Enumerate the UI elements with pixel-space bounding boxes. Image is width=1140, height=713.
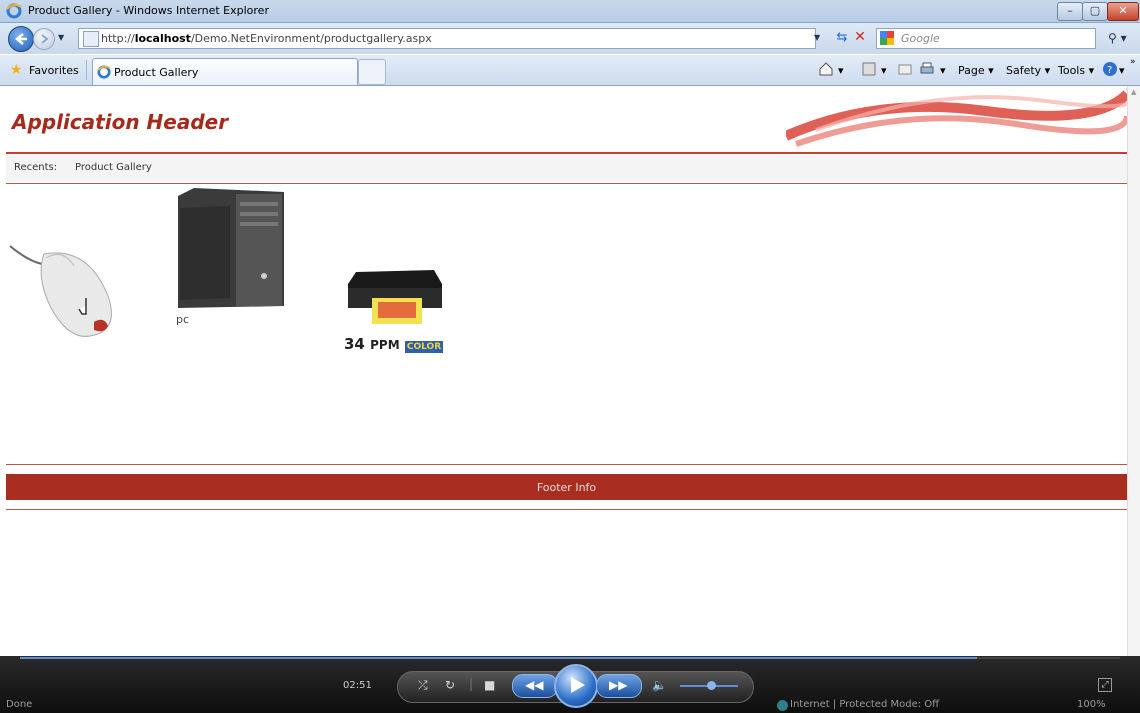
recents-divider: [6, 183, 1127, 184]
address-toolbar: ▼ http://localhost/Demo.NetEnvironment/p…: [0, 23, 1140, 54]
close-icon: ✕: [1118, 4, 1128, 17]
print-dropdown-icon[interactable]: ▾: [940, 64, 946, 77]
page-viewport: Application Header Recents: Product Gall…: [0, 86, 1127, 656]
printer-speed: 34: [344, 335, 365, 353]
feeds-dropdown-icon[interactable]: ▾: [881, 64, 887, 77]
security-zone[interactable]: Internet | Protected Mode: Off: [790, 699, 939, 710]
player-divider: |: [469, 677, 474, 691]
footer-bottom-divider: [6, 509, 1127, 510]
help-dropdown-icon[interactable]: ▾: [1119, 64, 1125, 77]
footer-text: Footer Info: [536, 481, 597, 494]
svg-text:?: ?: [1107, 65, 1112, 76]
minimize-icon: –: [1067, 4, 1073, 17]
home-dropdown-icon[interactable]: ▾: [838, 64, 844, 77]
back-arrow-icon: [15, 33, 27, 45]
page-menu[interactable]: Page ▾: [958, 64, 994, 77]
seek-bar-remaining[interactable]: [977, 657, 1120, 659]
address-field[interactable]: http://localhost/Demo.NetEnvironment/pro…: [78, 28, 816, 49]
search-placeholder: Google: [901, 32, 940, 45]
url-text: http://localhost/Demo.NetEnvironment/pro…: [101, 32, 432, 45]
repeat-icon[interactable]: ↻: [445, 678, 455, 692]
header-swoosh-graphic: [786, 88, 1127, 147]
fullscreen-icon[interactable]: ⤢: [1098, 678, 1112, 692]
application-header: Application Header: [6, 86, 1127, 152]
tools-menu[interactable]: Tools ▾: [1058, 64, 1094, 77]
tab-product-gallery[interactable]: Product Gallery: [92, 58, 358, 85]
window-title-bar: Product Gallery - Windows Internet Explo…: [0, 0, 1140, 23]
product-printer[interactable]: [342, 262, 446, 326]
pc-tower-image: [178, 188, 284, 308]
stop-playback-icon[interactable]: ■: [484, 678, 495, 692]
zoom-level[interactable]: 100%: [1077, 699, 1106, 710]
printer-image: [348, 270, 442, 324]
shuffle-icon[interactable]: ⤮: [418, 678, 428, 693]
vertical-scrollbar[interactable]: ▲: [1127, 86, 1140, 656]
feeds-icon[interactable]: [861, 61, 877, 77]
search-input[interactable]: Google: [876, 28, 1096, 49]
play-icon: [571, 677, 585, 693]
close-button[interactable]: ✕: [1107, 2, 1139, 21]
chevron-more-icon[interactable]: »: [1130, 57, 1136, 67]
stop-icon[interactable]: ✕: [851, 29, 869, 47]
forward-arrow-icon: [41, 34, 49, 44]
forward-button[interactable]: [33, 28, 55, 50]
printer-color-badge: COLOR: [404, 341, 444, 353]
maximize-button[interactable]: ▢: [1082, 2, 1108, 21]
printer-speed-unit: PPM: [370, 338, 400, 352]
print-icon[interactable]: [919, 61, 935, 77]
product-mouse[interactable]: [8, 236, 120, 348]
mouse-image: [9, 245, 112, 337]
product-caption-pc: pc: [176, 313, 190, 326]
tab-ie-icon: [97, 65, 111, 79]
playback-time: 02:51: [343, 680, 372, 691]
tab-label: Product Gallery: [114, 66, 199, 79]
new-tab-button[interactable]: [358, 59, 386, 85]
recents-label: Recents:: [14, 162, 58, 173]
internet-explorer-icon: [6, 3, 22, 19]
safety-menu[interactable]: Safety ▾: [1006, 64, 1050, 77]
back-button[interactable]: [8, 26, 34, 52]
mail-icon[interactable]: [897, 61, 913, 77]
favorites-button[interactable]: Favorites: [29, 64, 79, 77]
address-dropdown-icon[interactable]: ▼: [814, 33, 820, 42]
refresh-icon[interactable]: ⇆: [833, 30, 851, 48]
favorites-bar: ★ Favorites Product Gallery ▾ ▾ ▾ Page ▾…: [0, 55, 1140, 86]
fast-forward-icon: ▶▶: [609, 678, 628, 692]
status-text: Done: [6, 699, 33, 710]
next-button[interactable]: ▶▶: [596, 674, 642, 698]
window-title: Product Gallery - Windows Internet Explo…: [28, 4, 269, 17]
internet-zone-icon: [777, 700, 788, 711]
previous-button[interactable]: ◀◀: [512, 674, 558, 698]
toolbar-divider: [86, 60, 87, 80]
printer-speed-label: 34 PPM COLOR: [344, 335, 444, 353]
header-title: Application Header: [12, 110, 229, 134]
favorites-star-icon[interactable]: ★: [10, 62, 23, 78]
google-icon: [880, 31, 894, 45]
rewind-icon: ◀◀: [525, 678, 544, 692]
maximize-icon: ▢: [1089, 4, 1101, 17]
page-footer: Footer Info: [6, 474, 1127, 500]
page-icon: [83, 31, 99, 47]
search-icon[interactable]: ⚲ ▾: [1108, 31, 1127, 45]
volume-icon[interactable]: 🔈: [652, 678, 667, 692]
recents-bar: Recents: Product Gallery: [6, 155, 1127, 182]
footer-top-divider: [6, 464, 1127, 465]
seek-bar-progress[interactable]: [20, 657, 977, 659]
product-pc[interactable]: [174, 188, 284, 310]
home-icon[interactable]: [818, 61, 834, 77]
help-icon[interactable]: ?: [1102, 61, 1118, 77]
status-bar: Done Internet | Protected Mode: Off 100%: [0, 697, 1140, 713]
volume-slider-knob[interactable]: [707, 681, 716, 690]
recents-link-product-gallery[interactable]: Product Gallery: [75, 162, 152, 173]
header-divider: [6, 152, 1127, 154]
history-dropdown-icon[interactable]: ▼: [58, 33, 64, 42]
minimize-button[interactable]: –: [1057, 2, 1083, 21]
scroll-up-arrow-icon[interactable]: ▲: [1131, 88, 1136, 96]
